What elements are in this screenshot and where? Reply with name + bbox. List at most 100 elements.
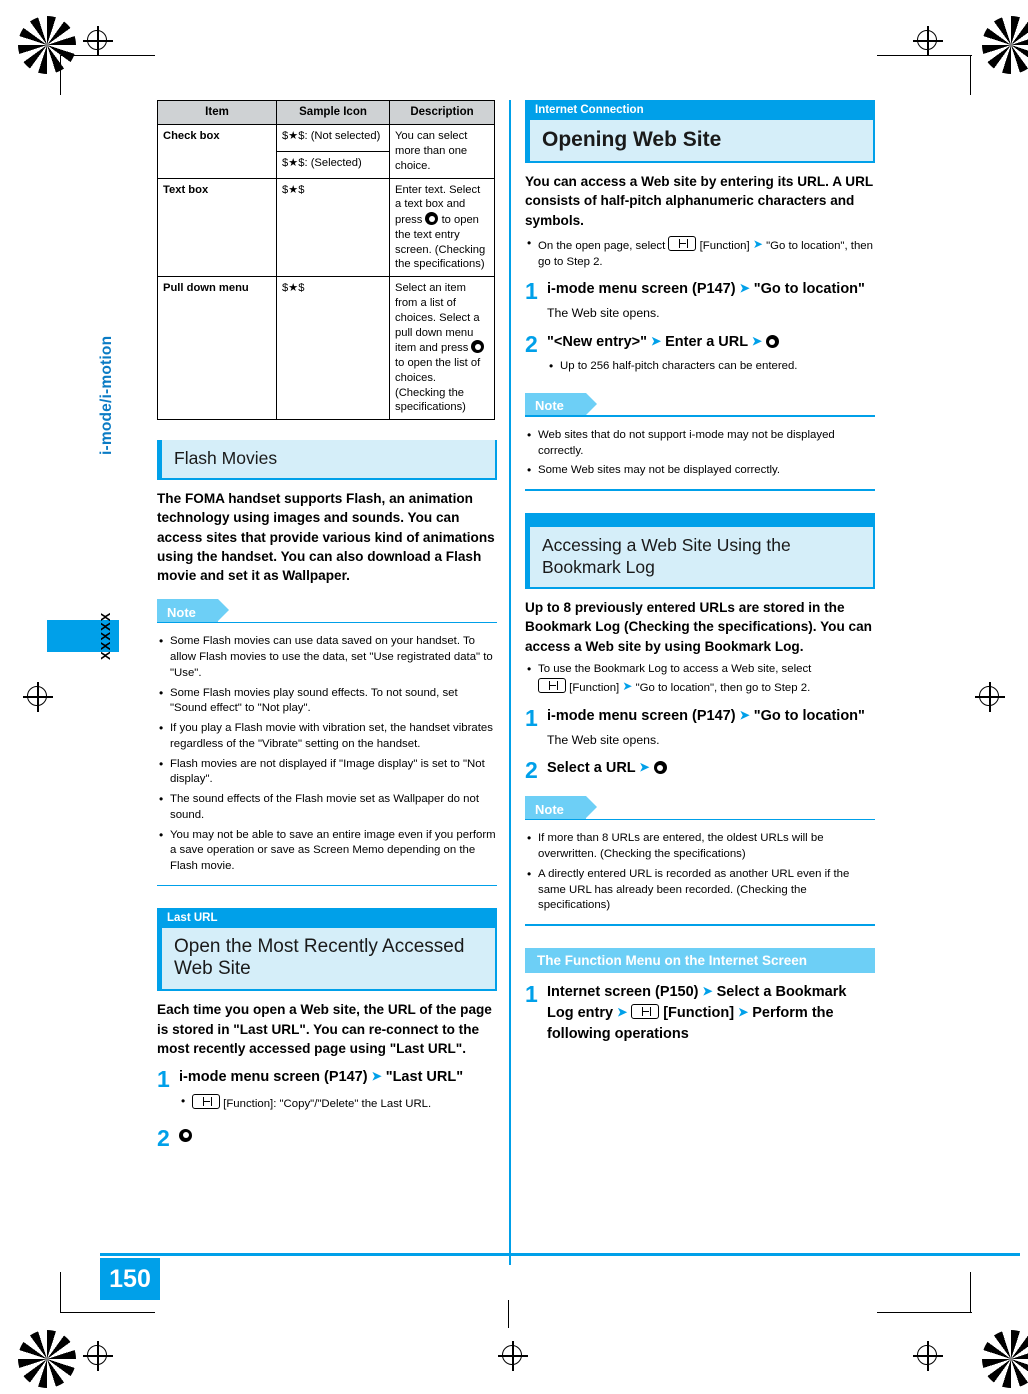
section-heading-function-menu: The Function Menu on the Internet Screen: [525, 947, 875, 973]
cell-icon: $★$: [276, 177, 390, 278]
select-key-icon: [765, 335, 779, 349]
cell-description: You can select more than one choice.: [389, 124, 495, 179]
crop-crosshair-top-right: [913, 26, 943, 56]
arrow-icon: ➤: [752, 236, 763, 251]
arrow-icon: ➤: [738, 1004, 749, 1019]
last-url-lead: Each time you open a Web site, the URL o…: [157, 1002, 492, 1056]
arrow-icon: ➤: [639, 760, 650, 775]
registration-mark-top-right: [982, 16, 1028, 74]
step-text-a: Internet screen (P150): [547, 983, 699, 1000]
cell-icon: $★$: (Not selected): [276, 124, 390, 152]
table-header-description: Description: [389, 99, 495, 126]
registration-mark-bottom-left: [18, 1330, 76, 1388]
arrow-icon: ➤: [622, 678, 633, 693]
crop-line: [877, 1312, 972, 1314]
step-bullet: [Function]: "Copy"/"Delete" the Last URL…: [179, 1093, 497, 1113]
step-text-post: "Last URL": [385, 1069, 464, 1086]
function-key-icon: [668, 235, 697, 251]
step-2-opening-web-site: 2 "<New entry>" ➤ Enter a URL ➤ Up to 25…: [525, 332, 875, 379]
section-heading-opening-web-site: Opening Web Site: [525, 120, 875, 163]
section-tag-internet-connection: Internet Connection: [525, 101, 652, 119]
note-item: Flash movies are not displayed if "Image…: [157, 756, 497, 788]
table-row: Check box $★$: (Not selected) You can se…: [157, 124, 495, 179]
note-label: Note: [525, 796, 597, 821]
left-column: Item Sample Icon Description Check box $…: [157, 99, 497, 1150]
crop-crosshair-bottom-left: [83, 1341, 113, 1371]
arrow-icon: ➤: [739, 281, 750, 296]
crop-line: [60, 1272, 62, 1313]
tag-row-last-url: Last URL: [157, 908, 497, 929]
cell-item: Pull down menu: [157, 276, 277, 421]
note-list: Web sites that do not support i-mode may…: [525, 427, 875, 479]
select-key-icon: [179, 1128, 192, 1142]
select-key-icon: [425, 212, 439, 226]
step-text-post: "Go to location": [753, 281, 865, 298]
crop-crosshair-left: [23, 682, 53, 712]
tag-row-internet-connection: Internet Connection: [525, 100, 875, 120]
crop-line: [970, 1272, 972, 1313]
step-bullet: Up to 256 half-pitch characters can be e…: [547, 358, 875, 375]
bullet-text-pre: To use the Bookmark Log to access a Web …: [538, 663, 812, 676]
step-text-post: "Go to location": [753, 707, 865, 724]
step-description: The Web site opens.: [547, 306, 660, 321]
note-box-flash: Note Some Flash movies can use data save…: [157, 599, 497, 887]
bookmark-log-lead: Up to 8 previously entered URLs are stor…: [525, 600, 872, 654]
step-number: 1: [525, 278, 538, 305]
crop-crosshair-right: [975, 682, 1005, 712]
step-2-bookmark-log: 2 Select a URL ➤: [525, 758, 875, 782]
arrow-icon: ➤: [739, 707, 750, 722]
crop-line: [60, 55, 155, 57]
step-2-last-url: 2: [157, 1126, 497, 1150]
table-header-row: Item Sample Icon Description: [157, 99, 495, 126]
note-item: If more than 8 URLs are entered, the old…: [525, 830, 875, 862]
crop-line: [508, 1300, 510, 1328]
select-key-icon: [471, 340, 485, 354]
cell-item: Text box: [157, 177, 277, 278]
page-number: 150: [100, 1258, 160, 1300]
right-column: Internet Connection Opening Web Site You…: [525, 100, 875, 1045]
cell-icon: $★$: [276, 276, 390, 421]
step-number: 1: [525, 704, 538, 731]
step-description: The Web site opens.: [547, 732, 660, 747]
step-text-pre: i-mode menu screen (P147): [547, 707, 736, 724]
note-box-bookmark-log: Note If more than 8 URLs are entered, th…: [525, 796, 875, 926]
step-1-last-url: 1 i-mode menu screen (P147) ➤ "Last URL"…: [157, 1067, 497, 1117]
note-list: If more than 8 URLs are entered, the old…: [525, 830, 875, 914]
cell-icon: $★$: (Selected): [276, 150, 390, 179]
section-heading-bookmark-log: Accessing a Web Site Using the Bookmark …: [525, 526, 875, 590]
table-row: Text box $★$ Enter text. Select a text b…: [157, 177, 495, 278]
step-text-pre: i-mode menu screen (P147): [547, 281, 736, 298]
manual-page: i-mode/i-motion XXXXX 150 Item Sample Ic…: [0, 0, 1028, 1394]
step-1-bookmark-log: 1 i-mode menu screen (P147) ➤ "Go to loc…: [525, 706, 875, 750]
step-number: 1: [157, 1066, 170, 1093]
registration-mark-top-left: [18, 16, 76, 74]
note-item: Some Flash movies play sound effects. To…: [157, 685, 497, 717]
bullet-text-pre: On the open page, select: [538, 239, 666, 252]
select-key-icon: [653, 761, 667, 775]
crop-crosshair-bottom-center: [498, 1341, 528, 1371]
crop-crosshair-top-left: [83, 26, 113, 56]
cell-description-pre: Select an item from a list of choices. S…: [395, 282, 480, 355]
note-item: A directly entered URL is recorded as an…: [525, 866, 875, 914]
crop-crosshair-bottom-right: [913, 1341, 943, 1371]
note-item: If you play a Flash movie with vibration…: [157, 720, 497, 752]
registration-mark-bottom-right: [982, 1330, 1028, 1388]
function-key-icon: [538, 677, 566, 693]
flash-movies-lead: The FOMA handset supports Flash, an anim…: [157, 490, 495, 584]
note-list: Some Flash movies can use data saved on …: [157, 633, 497, 875]
step-1-opening-web-site: 1 i-mode menu screen (P147) ➤ "Go to loc…: [525, 279, 875, 323]
bullet-text-post: "Go to location", then go to Step 2.: [635, 681, 811, 694]
note-bottom-rule: [525, 924, 875, 926]
note-item: You may not be able to save an entire im…: [157, 827, 497, 875]
note-box-opening-web-site: Note Web sites that do not support i-mod…: [525, 392, 875, 491]
bullet-text-mid: [Function]: [699, 239, 750, 252]
note-item: Some Flash movies can use data saved on …: [157, 633, 497, 681]
arrow-icon: ➤: [751, 334, 762, 349]
bookmark-log-bullets: To use the Bookmark Log to access a Web …: [525, 661, 875, 696]
step-number: 1: [525, 980, 538, 1007]
crop-line: [877, 55, 972, 57]
function-key-icon: [631, 1003, 660, 1019]
note-bottom-rule: [157, 884, 497, 887]
section-heading-last-url: Open the Most Recently Accessed Web Site: [157, 928, 497, 992]
step-text: Select a URL: [547, 760, 636, 777]
